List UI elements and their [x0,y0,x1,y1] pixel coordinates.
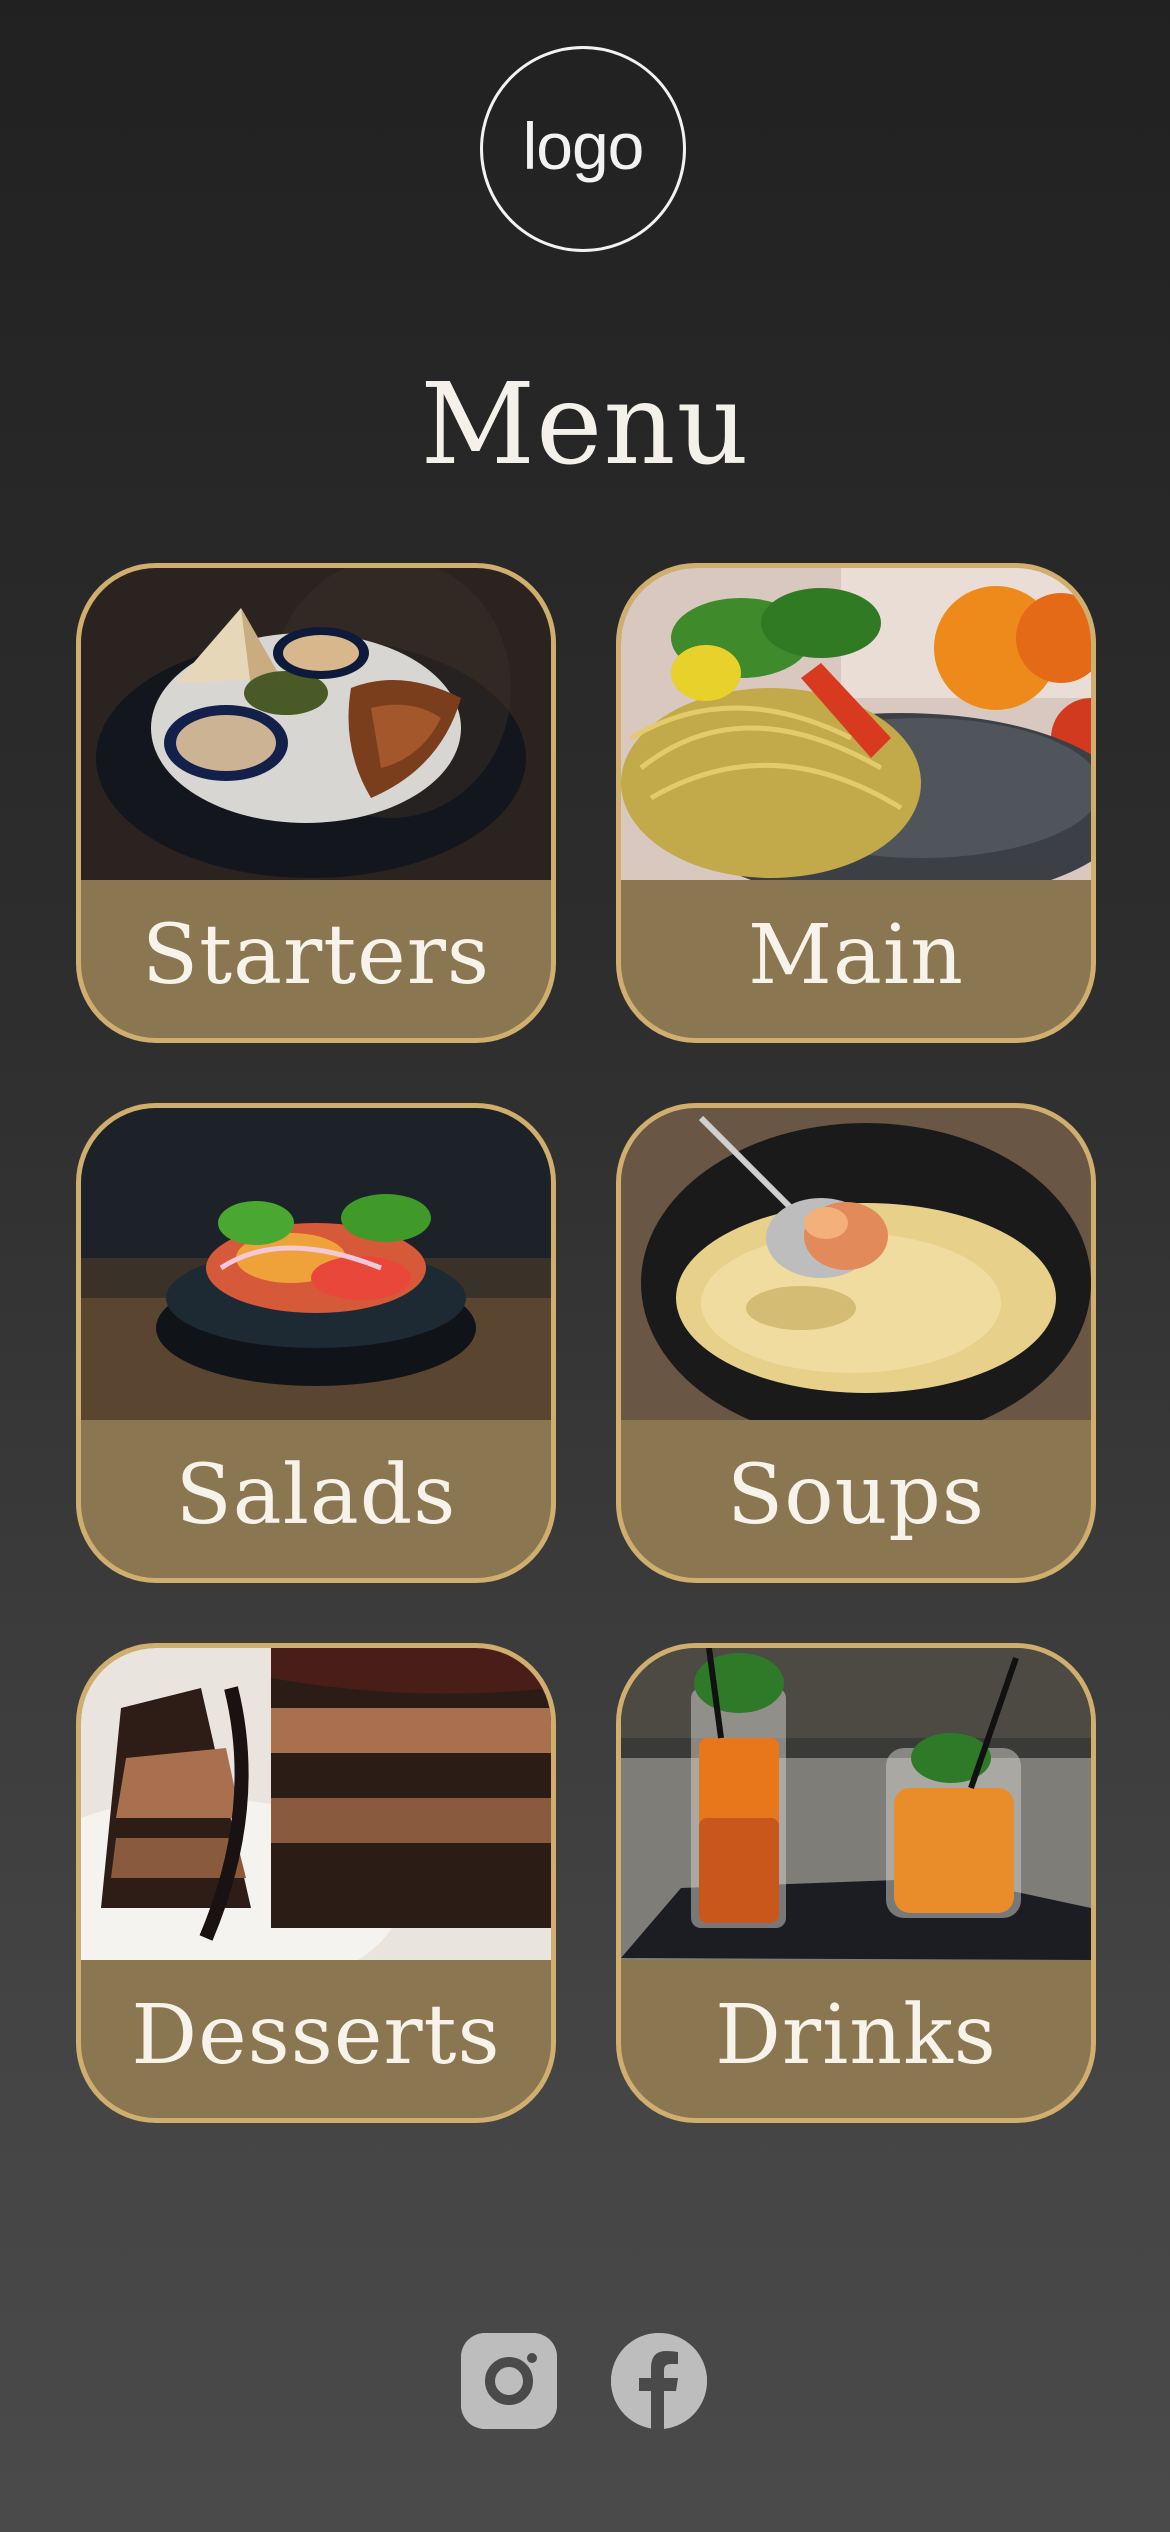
main-photo [621,568,1091,880]
instagram-button[interactable] [461,2333,557,2429]
category-card-desserts[interactable]: Desserts [76,1643,556,2123]
salads-photo [81,1108,551,1420]
category-label-main: Main [748,907,964,1003]
category-label-soups: Soups [727,1447,985,1543]
category-label-starters: Starters [142,907,490,1003]
category-label-desserts: Desserts [131,1987,501,2083]
desserts-photo [81,1648,551,1960]
logo[interactable]: logo [480,46,686,252]
social-links [461,2333,707,2429]
category-card-soups[interactable]: Soups [616,1103,1096,1583]
category-card-drinks[interactable]: Drinks [616,1643,1096,2123]
facebook-button[interactable] [611,2333,707,2429]
logo-text: logo [522,109,645,183]
soups-photo [621,1108,1091,1420]
instagram-icon [461,2333,557,2429]
drinks-photo [621,1648,1091,1960]
category-label-salads: Salads [175,1447,457,1543]
category-card-salads[interactable]: Salads [76,1103,556,1583]
category-grid: Starters Main Salads Soups Desserts Drin… [76,563,1096,2123]
category-card-starters[interactable]: Starters [76,563,556,1043]
starters-photo [81,568,551,880]
facebook-icon [611,2333,707,2429]
category-card-main[interactable]: Main [616,563,1096,1043]
category-label-drinks: Drinks [715,1987,997,2083]
page-title: Menu [420,360,750,490]
